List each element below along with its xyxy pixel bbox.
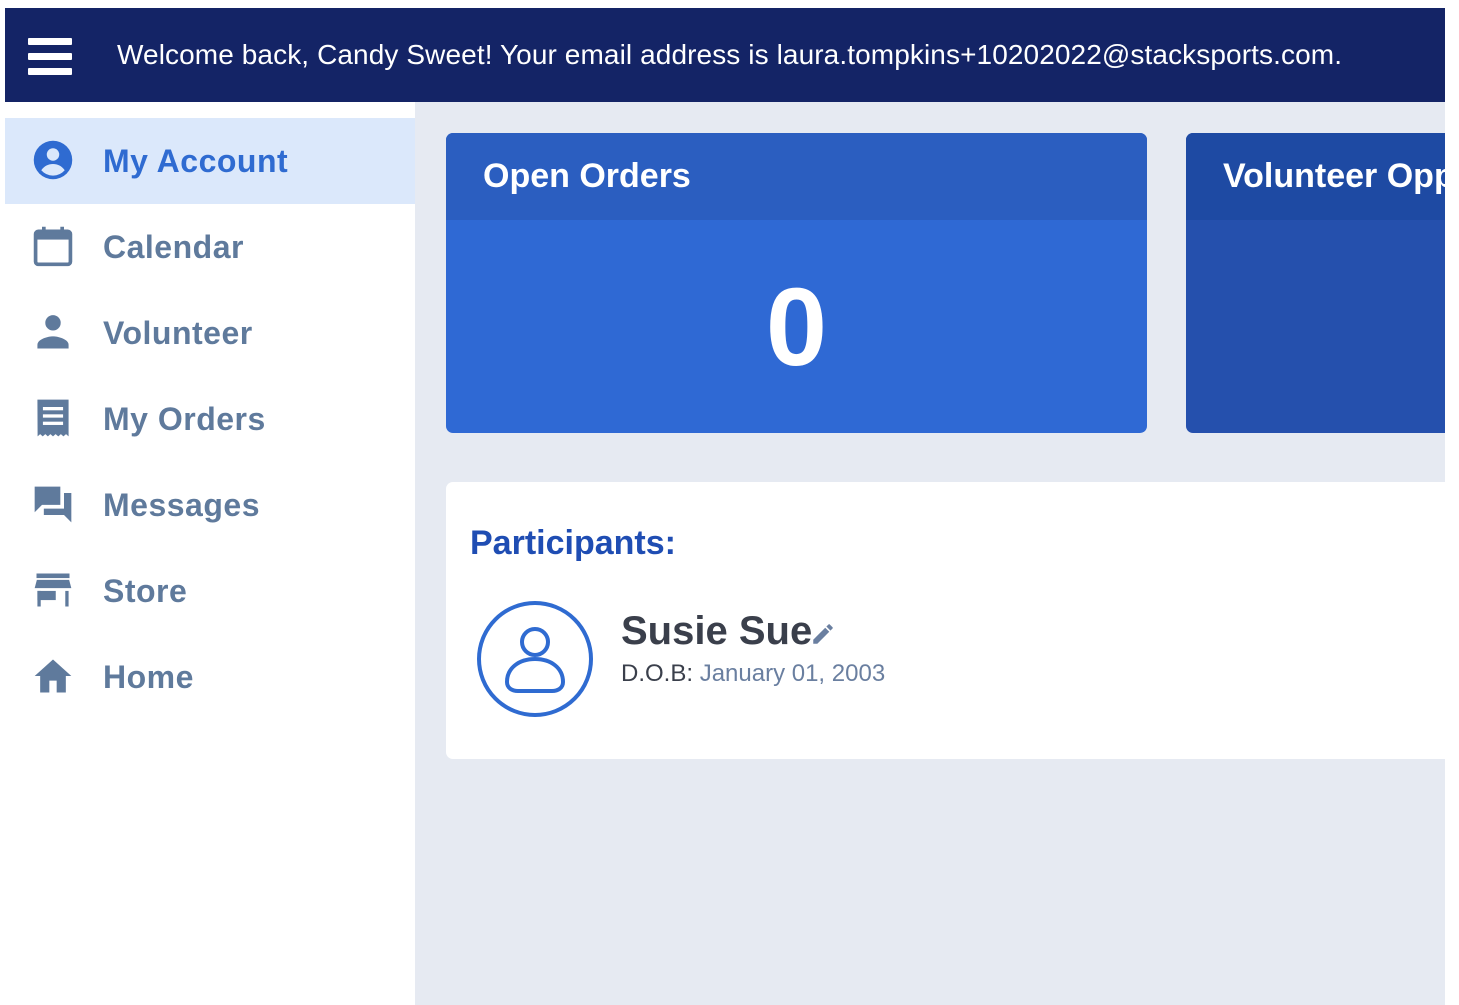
top-bar: Welcome back, Candy Sweet! Your email ad… <box>5 8 1445 102</box>
sidebar-item-my-orders[interactable]: My Orders <box>5 376 415 462</box>
edit-pencil-icon[interactable] <box>810 621 836 647</box>
sidebar-item-messages[interactable]: Messages <box>5 462 415 548</box>
sidebar-item-volunteer[interactable]: Volunteer <box>5 290 415 376</box>
sidebar-item-store[interactable]: Store <box>5 548 415 634</box>
sidebar-item-label: Volunteer <box>103 315 253 351</box>
hamburger-menu-icon[interactable] <box>28 38 72 76</box>
sidebar-item-label: My Orders <box>103 401 266 437</box>
participant-avatar-icon <box>476 600 594 718</box>
open-orders-count: 0 <box>765 266 828 389</box>
volunteer-card-title: Volunteer Oppor <box>1186 133 1445 220</box>
volunteer-opportunities-card[interactable]: Volunteer Oppor <box>1186 133 1445 433</box>
dob-label: D.O.B: <box>621 660 694 687</box>
participants-title: Participants: <box>470 524 676 562</box>
store-icon <box>31 568 75 612</box>
dob-value: January 01, 2003 <box>699 660 886 687</box>
welcome-message: Welcome back, Candy Sweet! Your email ad… <box>117 39 1343 70</box>
receipt-icon <box>31 396 75 440</box>
sidebar-item-my-account[interactable]: My Account <box>5 118 415 204</box>
sidebar: My Account Calendar Volunteer My Orders <box>5 102 415 1005</box>
sidebar-item-home[interactable]: Home <box>5 634 415 720</box>
sidebar-item-label: Calendar <box>103 229 244 265</box>
account-circle-icon <box>31 138 75 182</box>
sidebar-item-label: Messages <box>103 487 260 523</box>
app-window: Welcome back, Candy Sweet! Your email ad… <box>5 8 1445 1005</box>
person-icon <box>31 310 75 354</box>
open-orders-card[interactable]: Open Orders 0 <box>446 133 1147 433</box>
participants-card: Participants: Susie Sue D.O.B: January 0… <box>446 482 1445 759</box>
open-orders-title: Open Orders <box>446 133 1147 220</box>
participant-dob: D.O.B: January 01, 2003 <box>621 660 885 688</box>
participant-name[interactable]: Susie Sue <box>621 609 812 654</box>
home-icon <box>31 654 75 698</box>
sidebar-item-label: My Account <box>103 143 289 179</box>
sidebar-item-calendar[interactable]: Calendar <box>5 204 415 290</box>
forum-icon <box>31 482 75 526</box>
sidebar-item-label: Home <box>103 659 194 695</box>
sidebar-item-label: Store <box>103 573 188 609</box>
calendar-icon <box>31 224 75 268</box>
